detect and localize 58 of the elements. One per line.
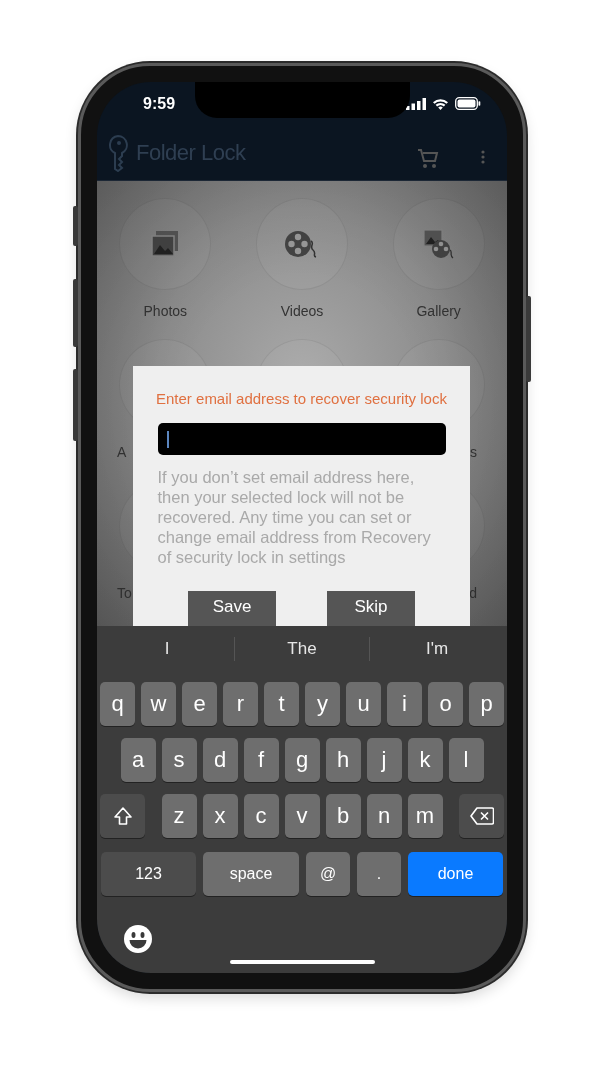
letter-key[interactable]: p (469, 682, 504, 726)
letter-key[interactable]: d (202, 738, 238, 782)
backspace-icon (469, 807, 494, 825)
letter-key[interactable]: w (141, 682, 176, 726)
letter-key[interactable]: b (325, 794, 361, 838)
letter-key[interactable]: e (182, 682, 217, 726)
key-icon (106, 133, 130, 172)
signal-icon (406, 97, 426, 110)
word-suggestion[interactable]: I'm (370, 635, 504, 663)
letter-key[interactable]: g (284, 738, 320, 782)
letter-key[interactable]: y (305, 682, 340, 726)
letter-key[interactable]: q (100, 682, 135, 726)
backspace-key[interactable] (459, 794, 504, 838)
shift-icon (112, 806, 133, 826)
symbol-key[interactable]: @ (306, 852, 350, 896)
category-label: Videos (280, 303, 324, 319)
letter-key[interactable]: a (120, 738, 156, 782)
wifi-icon (432, 97, 449, 110)
symbol-key[interactable]: . (357, 852, 401, 896)
dialog-message: If you don’t set email address here, then your selected lock will not be recovered. Any time you can set or change email address from Recovery of security lock in settings (157, 467, 432, 567)
letter-key[interactable]: m (407, 794, 443, 838)
emoji-icon[interactable] (123, 924, 153, 954)
word-suggestion[interactable]: I (100, 635, 234, 663)
dialog-button[interactable]: Skip (327, 591, 415, 626)
photos-icon (150, 229, 181, 259)
dialog-button[interactable]: Save (188, 591, 276, 626)
letter-key[interactable]: h (325, 738, 361, 782)
dialog-title: Enter email address to recover security lock (156, 390, 447, 407)
category-label: s (470, 444, 477, 460)
letter-key[interactable]: o (428, 682, 463, 726)
letter-key[interactable]: i (387, 682, 422, 726)
letter-key[interactable]: l (448, 738, 484, 782)
word-suggestion[interactable]: The (235, 635, 369, 663)
letter-key[interactable]: f (243, 738, 279, 782)
letter-key[interactable]: v (284, 794, 320, 838)
letter-key[interactable]: s (161, 738, 197, 782)
gallery-icon (421, 228, 456, 260)
status-time: 9:59 (143, 94, 176, 113)
done-key[interactable]: done (408, 852, 503, 896)
letter-key[interactable]: u (346, 682, 381, 726)
numbers-key[interactable]: 123 (101, 852, 196, 896)
cart-icon[interactable] (417, 148, 439, 169)
email-input-field[interactable] (157, 423, 446, 455)
letter-key[interactable]: k (407, 738, 443, 782)
letter-key[interactable]: c (243, 794, 279, 838)
letter-key[interactable]: t (264, 682, 299, 726)
letter-key[interactable]: x (202, 794, 238, 838)
letter-key[interactable]: z (161, 794, 197, 838)
letter-key[interactable]: j (366, 738, 402, 782)
letter-key[interactable]: r (223, 682, 258, 726)
category-label: Photos (143, 303, 188, 319)
category-label: A (117, 444, 127, 460)
category-label: Gallery (416, 303, 461, 319)
letter-key[interactable]: n (366, 794, 402, 838)
battery-icon (455, 97, 481, 110)
more-menu-icon[interactable] (481, 149, 485, 164)
space-key[interactable]: space (203, 852, 299, 896)
shift-key[interactable] (100, 794, 145, 838)
